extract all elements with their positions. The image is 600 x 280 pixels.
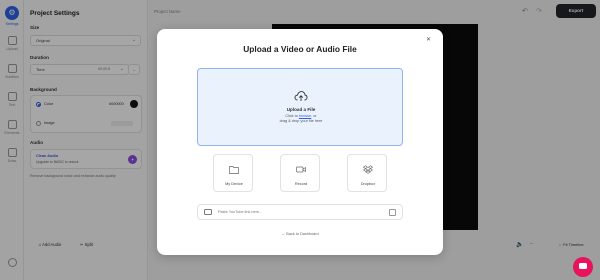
chat-icon[interactable] xyxy=(573,257,593,277)
source-label: My Device xyxy=(225,182,243,186)
source-record[interactable]: Record xyxy=(280,154,320,192)
source-label: Record xyxy=(294,182,308,186)
upload-subtitle: Click to browse, or drag & drop your fil… xyxy=(198,114,404,124)
upload-modal: Upload a Video or Audio File ✕ Upload a … xyxy=(157,29,443,255)
back-label: Back to Dashboard xyxy=(286,232,319,236)
source-my-device[interactable]: My Device xyxy=(213,154,253,192)
upload-title: Upload a File xyxy=(286,107,316,112)
youtube-link-field xyxy=(197,204,403,220)
dropbox-icon xyxy=(363,165,373,174)
close-icon[interactable]: ✕ xyxy=(426,36,431,43)
cloud-upload-icon xyxy=(294,91,308,101)
browse-link[interactable]: browse xyxy=(299,114,311,118)
folder-icon xyxy=(229,166,239,174)
submit-link-icon[interactable] xyxy=(389,209,396,216)
youtube-link-input[interactable] xyxy=(218,207,378,217)
drag-drop-text: drag & drop your file here xyxy=(279,119,323,123)
upload-dropzone[interactable]: Upload a File Click to browse, or drag &… xyxy=(197,68,403,146)
youtube-icon xyxy=(204,209,212,215)
modal-title: Upload a Video or Audio File xyxy=(243,44,357,54)
back-to-dashboard-link[interactable]: ← Back to Dashboard xyxy=(157,232,443,236)
click-to-text: Click to xyxy=(285,114,298,118)
source-dropbox[interactable]: Dropbox xyxy=(347,154,387,192)
or-text: , or xyxy=(311,114,317,118)
camera-icon xyxy=(296,166,306,173)
source-label: Dropbox xyxy=(360,182,376,186)
